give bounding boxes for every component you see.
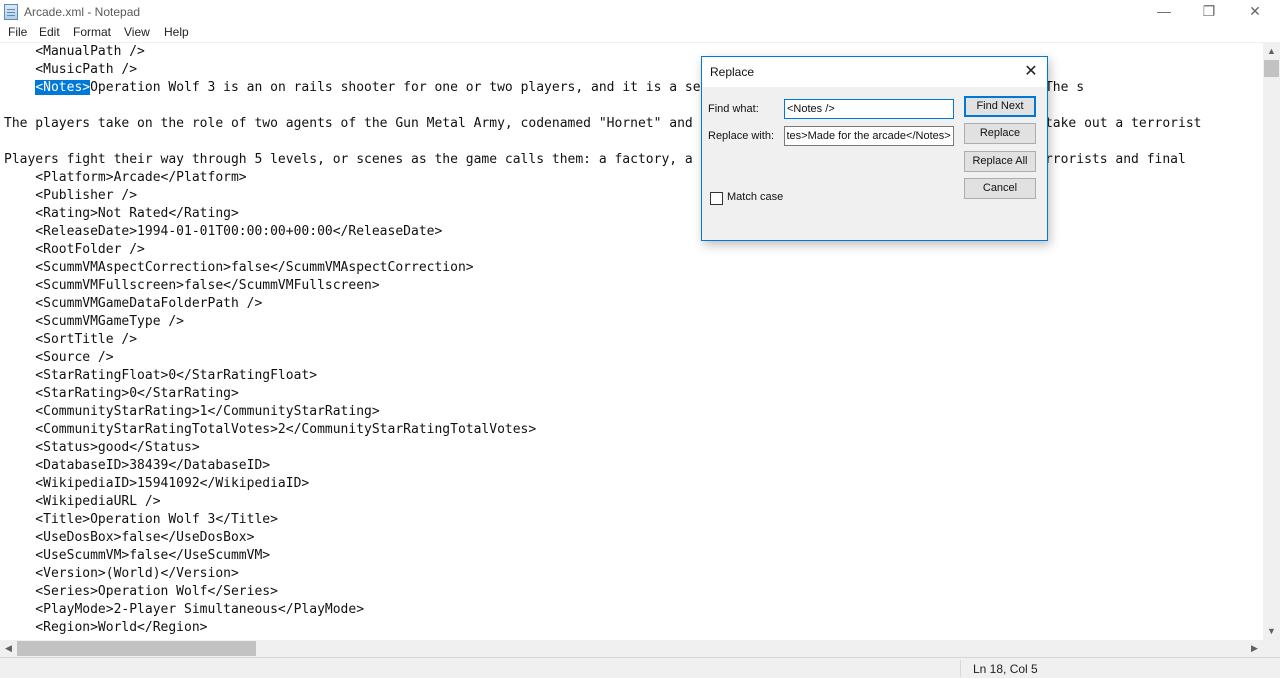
menu-bar: File Edit Format View Help [0, 24, 1280, 43]
editor-line: <SortTitle /> [4, 332, 138, 347]
scroll-down-icon[interactable]: ▼ [1263, 623, 1280, 640]
replace-dialog: Replace ✕ Find what: Replace with: Find … [701, 56, 1048, 241]
editor-line: <Region>World</Region> [4, 620, 208, 635]
replace-button[interactable]: Replace [964, 123, 1036, 144]
dialog-close-icon[interactable]: ✕ [1018, 60, 1044, 84]
match-case-checkbox[interactable] [710, 192, 723, 205]
dialog-title: Replace [710, 65, 755, 79]
editor-line: <WikipediaURL /> [4, 494, 161, 509]
status-divider [960, 660, 961, 677]
match-case-label[interactable]: Match case [727, 191, 783, 203]
editor-line: <CommunityStarRatingTotalVotes>2</Commun… [4, 422, 537, 437]
editor-line: <StarRating>0</StarRating> [4, 386, 239, 401]
editor-line: <StarRatingFloat>0</StarRatingFloat> [4, 368, 318, 383]
notepad-icon [4, 4, 18, 20]
replace-with-input[interactable] [784, 126, 954, 146]
find-what-input[interactable] [784, 99, 954, 119]
find-next-button[interactable]: Find Next [964, 96, 1036, 117]
editor-line: <Title>Operation Wolf 3</Title> [4, 512, 278, 527]
editor-line: <Source /> [4, 350, 114, 365]
scroll-corner [1263, 640, 1280, 657]
editor-line: <ScummVMAspectCorrection>false</ScummVMA… [4, 260, 474, 275]
text-editor[interactable]: <ManualPath /> <MusicPath /> <Notes>Oper… [0, 43, 1263, 640]
scroll-left-icon[interactable]: ◀ [0, 640, 17, 657]
editor-line: <PlayMode>2-Player Simultaneous</PlayMod… [4, 602, 365, 617]
cursor-position: Ln 18, Col 5 [973, 662, 1038, 676]
horizontal-scrollbar[interactable]: ◀ ▶ [0, 640, 1263, 657]
editor-line: <WikipediaID>15941092</WikipediaID> [4, 476, 310, 491]
cancel-button[interactable]: Cancel [964, 178, 1036, 199]
menu-format[interactable]: Format [73, 25, 111, 39]
editor-line: <MusicPath /> [4, 62, 138, 77]
editor-line: <ReleaseDate>1994-01-01T00:00:00+00:00</… [4, 224, 443, 239]
vertical-scrollbar[interactable]: ▲ ▼ [1263, 43, 1280, 640]
restore-button[interactable]: ❐ [1186, 0, 1232, 24]
menu-view[interactable]: View [124, 25, 150, 39]
editor-line: <Version>(World)</Version> [4, 566, 239, 581]
horizontal-scroll-thumb[interactable] [17, 641, 256, 656]
editor-line: <Rating>Not Rated</Rating> [4, 206, 239, 221]
text-selection: <Notes> [35, 80, 91, 95]
editor-line: <Platform>Arcade</Platform> [4, 170, 247, 185]
close-button[interactable]: ✕ [1232, 0, 1278, 24]
scroll-right-icon[interactable]: ▶ [1246, 640, 1263, 657]
editor-line: <DatabaseID>38439</DatabaseID> [4, 458, 271, 473]
editor-line: <UseScummVM>false</UseScummVM> [4, 548, 271, 563]
title-bar: Arcade.xml - Notepad — ❐ ✕ [0, 0, 1280, 24]
editor-line: <Series>Operation Wolf</Series> [4, 584, 278, 599]
editor-line: <Publisher /> [4, 188, 138, 203]
status-bar: Ln 18, Col 5 [0, 657, 1280, 678]
vertical-scroll-thumb[interactable] [1264, 60, 1279, 77]
editor-line: <Status>good</Status> [4, 440, 200, 455]
menu-help[interactable]: Help [164, 25, 189, 39]
minimize-button[interactable]: — [1141, 0, 1187, 24]
replace-all-button[interactable]: Replace All [964, 151, 1036, 172]
editor-line: <CommunityStarRating>1</CommunityStarRat… [4, 404, 380, 419]
replace-with-label: Replace with: [708, 130, 775, 142]
menu-file[interactable]: File [8, 25, 27, 39]
window-title: Arcade.xml - Notepad [24, 5, 141, 19]
editor-line: <RootFolder /> [4, 242, 145, 257]
editor-line: <ScummVMGameType /> [4, 314, 185, 329]
editor-line: <ManualPath /> [4, 44, 145, 59]
editor-line: <UseDosBox>false</UseDosBox> [4, 530, 255, 545]
menu-edit[interactable]: Edit [39, 25, 60, 39]
editor-line: <ScummVMFullscreen>false</ScummVMFullscr… [4, 278, 380, 293]
find-what-label: Find what: [708, 103, 759, 115]
scroll-up-icon[interactable]: ▲ [1263, 43, 1280, 60]
editor-line: <ScummVMGameDataFolderPath /> [4, 296, 263, 311]
dialog-title-bar: Replace ✕ [702, 57, 1047, 87]
